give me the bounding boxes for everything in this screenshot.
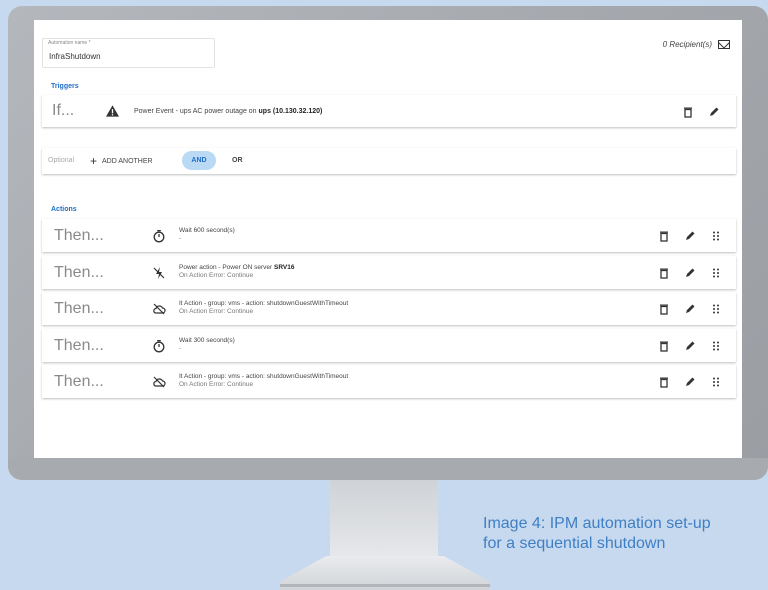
action-row[interactable]: Then... It Action - group: vms - action: …: [42, 365, 736, 398]
warning-icon: [106, 105, 119, 117]
action-row-actions: [658, 303, 722, 315]
or-toggle[interactable]: OR: [232, 157, 243, 164]
cloud-off-icon: [152, 375, 166, 389]
optional-label: Optional: [48, 157, 75, 164]
then-label: Then...: [54, 227, 104, 244]
drag-handle-icon[interactable]: [710, 267, 722, 279]
caption-line-1: Image 4: IPM automation set-up: [483, 515, 711, 532]
add-another-label: ADD ANOTHER: [102, 157, 153, 165]
envelope-icon[interactable]: [718, 40, 730, 49]
trigger-row-actions: [682, 106, 720, 118]
optional-row: Optional + ADD ANOTHER AND OR: [42, 148, 736, 174]
action-row[interactable]: Then... Wait 300 second(s) -: [42, 329, 736, 362]
monitor-chin: [8, 458, 768, 480]
drag-handle-icon[interactable]: [710, 376, 722, 388]
action-error-policy: -: [179, 235, 182, 242]
monitor-stand-edge: [280, 584, 490, 587]
automation-name-value: InfraShutdown: [49, 52, 101, 61]
drag-handle-icon[interactable]: [710, 303, 722, 315]
timer-icon: [152, 229, 166, 243]
action-error-policy: -: [179, 345, 182, 352]
automation-name-label: Automation name *: [48, 40, 91, 46]
monitor-stand-neck: [330, 480, 438, 558]
trigger-row[interactable]: If... Power Event - ups AC power outage …: [42, 95, 736, 127]
drag-handle-icon[interactable]: [710, 340, 722, 352]
action-row[interactable]: Then... Power action - Power ON server SR…: [42, 256, 736, 289]
recipients-count: 0 Recipient(s): [662, 40, 712, 49]
action-description: It Action - group: vms - action: shutdow…: [179, 300, 349, 307]
action-row-actions: [658, 230, 722, 242]
if-label: If...: [52, 102, 75, 119]
action-row[interactable]: Then... Wait 600 second(s) -: [42, 219, 736, 252]
and-toggle[interactable]: AND: [182, 151, 216, 170]
recipients-control[interactable]: 0 Recipient(s): [663, 40, 730, 49]
delete-icon[interactable]: [658, 376, 670, 388]
then-label: Then...: [54, 300, 104, 317]
edit-icon[interactable]: [684, 340, 696, 352]
power-off-icon: [152, 266, 166, 280]
actions-title: Actions: [51, 206, 77, 213]
action-error-policy: On Action Error: Continue: [179, 381, 254, 388]
then-label: Then...: [54, 373, 104, 390]
action-row-actions: [658, 376, 722, 388]
delete-icon[interactable]: [658, 230, 670, 242]
delete-icon[interactable]: [658, 340, 670, 352]
edit-icon[interactable]: [684, 376, 696, 388]
delete-icon[interactable]: [682, 106, 694, 118]
triggers-title: Triggers: [51, 83, 79, 90]
action-description: Wait 300 second(s): [179, 337, 235, 344]
delete-icon[interactable]: [658, 267, 670, 279]
delete-icon[interactable]: [658, 303, 670, 315]
action-row-actions: [658, 267, 722, 279]
add-another-button[interactable]: + ADD ANOTHER: [90, 154, 153, 168]
caption-line-2: for a sequential shutdown: [483, 535, 666, 552]
edit-icon[interactable]: [684, 303, 696, 315]
edit-icon[interactable]: [684, 267, 696, 279]
action-error-policy: On Action Error: Continue: [179, 308, 254, 315]
edit-icon[interactable]: [684, 230, 696, 242]
edit-icon[interactable]: [708, 106, 720, 118]
then-label: Then...: [54, 264, 104, 281]
action-error-policy: On Action Error: Continue: [179, 272, 254, 279]
cloud-off-icon: [152, 302, 166, 316]
timer-icon: [152, 339, 166, 353]
app-screen: Automation name * InfraShutdown 0 Recipi…: [34, 20, 742, 458]
plus-icon: +: [90, 154, 98, 168]
trigger-description: Power Event - ups AC power outage on ups…: [134, 108, 323, 115]
action-row-actions: [658, 340, 722, 352]
then-label: Then...: [54, 337, 104, 354]
drag-handle-icon[interactable]: [710, 230, 722, 242]
image-caption: Image 4: IPM automation set-up for a seq…: [483, 514, 763, 554]
automation-name-field[interactable]: Automation name * InfraShutdown: [42, 38, 215, 68]
action-description: It Action - group: vms - action: shutdow…: [179, 373, 349, 380]
action-description: Wait 600 second(s): [179, 227, 235, 234]
action-row[interactable]: Then... It Action - group: vms - action: …: [42, 292, 736, 325]
action-description: Power action - Power ON server SRV16: [179, 264, 295, 271]
